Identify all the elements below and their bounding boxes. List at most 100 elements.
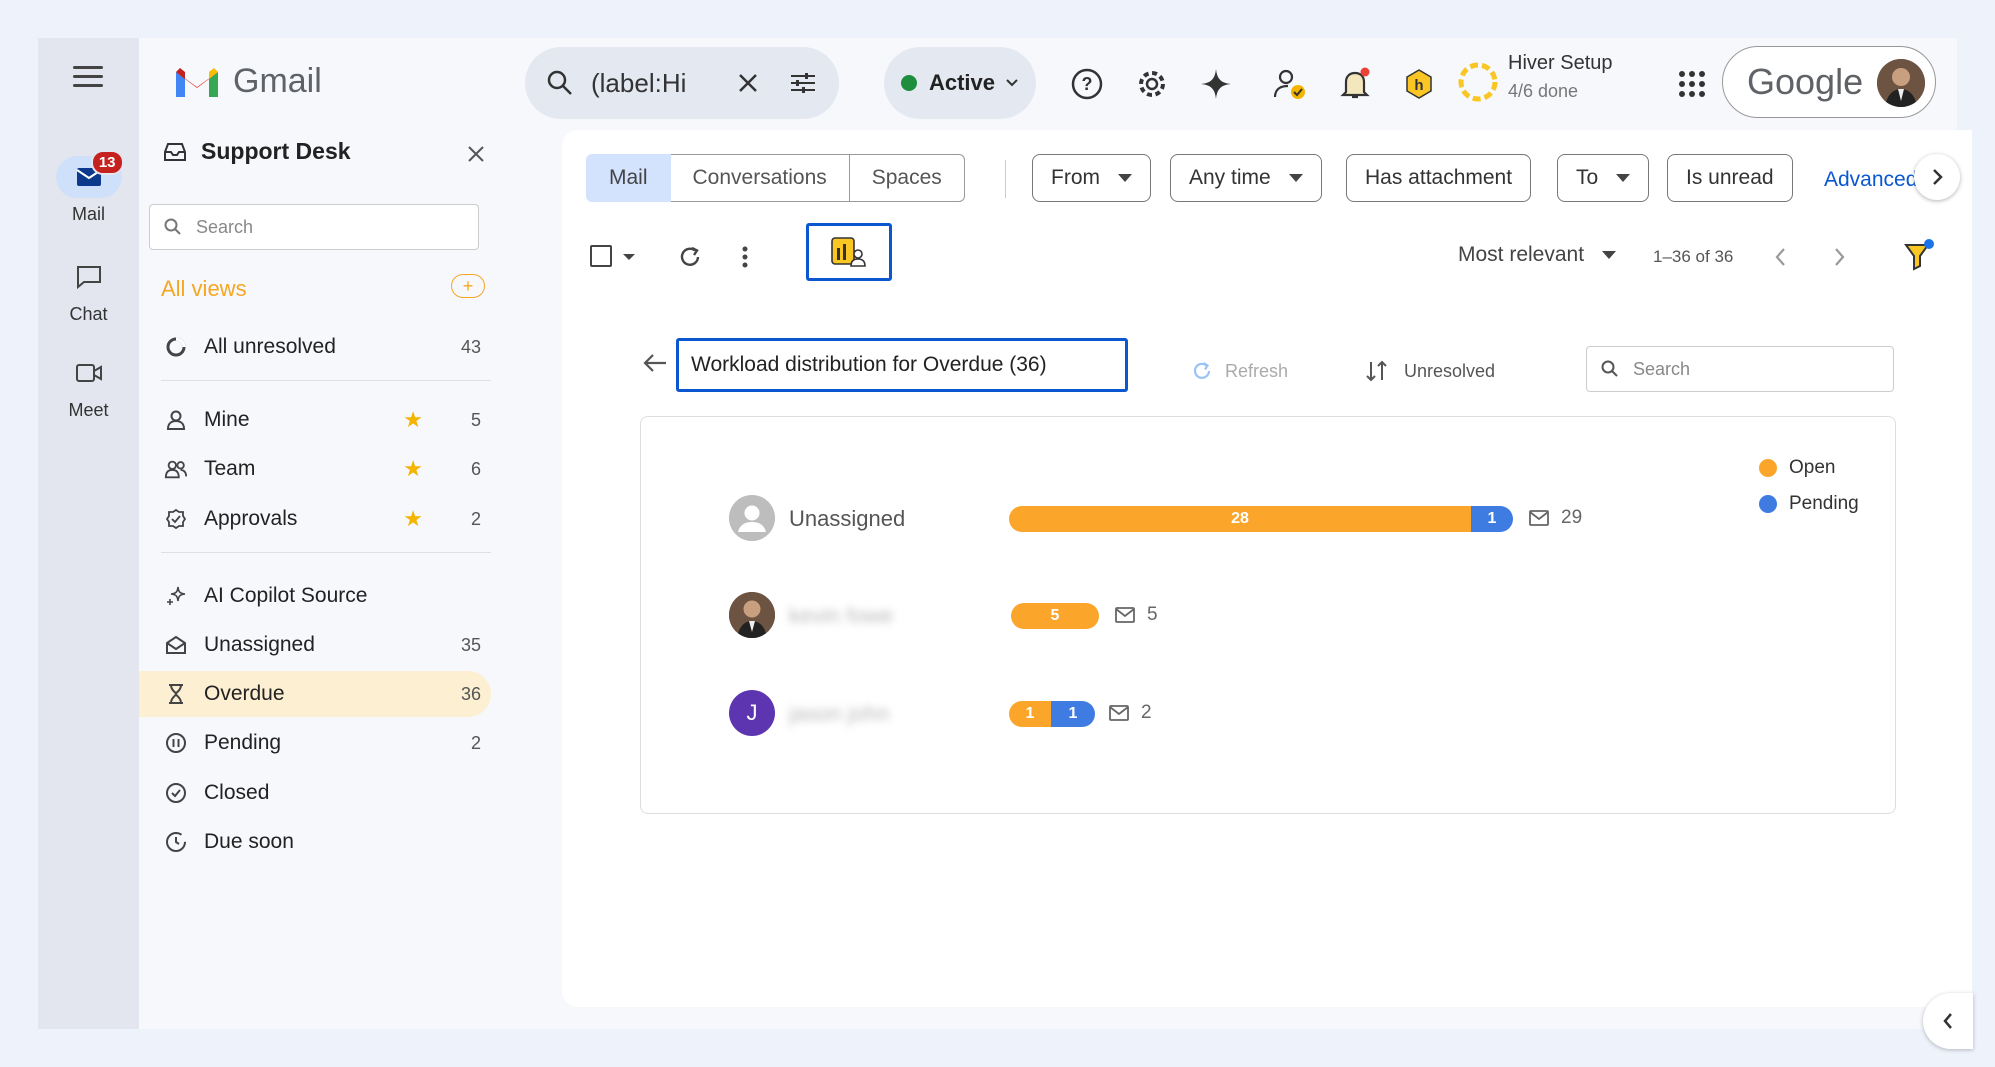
nav-item-ai-copilot-source[interactable]: AI Copilot Source [139, 573, 491, 619]
filter-from-chip[interactable]: From [1032, 154, 1151, 202]
nav-item-closed[interactable]: Closed [139, 770, 491, 816]
divider [161, 552, 491, 553]
rail-label-mail: Mail [71, 204, 105, 224]
search-query[interactable]: (label:Hi [591, 68, 737, 99]
filter-funnel-icon[interactable] [1904, 239, 1934, 271]
back-arrow-icon[interactable] [642, 352, 668, 374]
help-icon[interactable]: ? [1067, 64, 1107, 104]
divider [1005, 160, 1006, 198]
nav-item-overdue[interactable]: Overdue 36 [139, 671, 491, 717]
workload-refresh-button[interactable]: Refresh [1191, 360, 1288, 382]
tab-mail[interactable]: Mail [586, 154, 671, 202]
nav-count: 5 [470, 409, 481, 430]
nav-count: 36 [460, 683, 481, 704]
agent-row-unassigned[interactable]: Unassigned 28 1 29 [729, 494, 1729, 542]
workload-bar[interactable]: 5 [1011, 603, 1099, 629]
mail-search-bar[interactable]: (label:Hi [525, 47, 839, 119]
svg-text:h: h [1414, 77, 1423, 94]
select-caret-icon[interactable] [622, 253, 636, 261]
legend-label-open: Open [1789, 457, 1836, 478]
workload-bar[interactable]: 28 1 [1009, 506, 1513, 532]
side-panel-toggle-button[interactable] [1923, 993, 1973, 1049]
workload-bar[interactable]: 1 1 [1009, 701, 1095, 727]
hiver-setup-progress[interactable]: Hiver Setup 4/6 done [1456, 52, 1613, 102]
person-icon [164, 408, 188, 432]
close-icon[interactable] [467, 138, 485, 170]
gemini-sparkle-icon[interactable] [1196, 64, 1236, 104]
caret-down-icon [1602, 251, 1617, 259]
status-dot-icon [900, 75, 917, 91]
rail-item-chat[interactable]: Chat [38, 256, 139, 325]
mail-icon [1115, 607, 1135, 623]
apps-grid-icon[interactable] [1672, 64, 1712, 104]
hiver-logo-icon[interactable]: h [1399, 64, 1439, 104]
nav-item-approvals[interactable]: Approvals ★ 2 [139, 496, 491, 542]
app-name: Gmail [233, 62, 322, 100]
workload-title: Workload distribution for Overdue (36) [676, 338, 1128, 392]
add-view-button[interactable]: + [451, 274, 485, 298]
bar-segment-open[interactable]: 1 [1009, 701, 1051, 727]
gear-icon[interactable] [1132, 64, 1172, 104]
account-avatar[interactable] [1877, 59, 1925, 107]
refresh-label: Refresh [1225, 360, 1289, 381]
chip-label: Any time [1189, 166, 1271, 189]
nav-label: Overdue [204, 682, 285, 705]
all-views-link[interactable]: All views [161, 276, 247, 302]
select-all-checkbox[interactable] [590, 245, 612, 267]
bell-icon[interactable] [1335, 64, 1375, 104]
nav-item-all-unresolved[interactable]: All unresolved 43 [139, 324, 491, 370]
menu-icon[interactable] [73, 66, 103, 88]
approval-icon [164, 507, 188, 531]
resolution-filter-toggle[interactable]: Unresolved [1364, 360, 1495, 382]
star-icon[interactable]: ★ [403, 407, 423, 433]
workload-view-button[interactable] [806, 223, 892, 281]
prev-page-icon[interactable] [1774, 247, 1786, 267]
rail-item-meet[interactable]: Meet [38, 352, 139, 421]
nav-item-mine[interactable]: Mine ★ 5 [139, 397, 491, 443]
agent-total: 29 [1529, 507, 1582, 529]
nav-item-due-soon[interactable]: Due soon [139, 819, 491, 865]
scroll-chips-right-button[interactable] [1914, 154, 1960, 200]
search-icon[interactable] [547, 70, 573, 96]
tab-conversations[interactable]: Conversations [670, 154, 850, 202]
nav-item-pending[interactable]: Pending 2 [139, 720, 491, 766]
hiver-setup-status: 4/6 done [1508, 81, 1579, 101]
sort-dropdown[interactable]: Most relevant [1458, 243, 1617, 267]
status-dropdown[interactable]: Active [884, 47, 1036, 119]
google-account-button[interactable]: Google [1722, 46, 1936, 118]
clear-icon[interactable] [737, 72, 759, 94]
filter-has-attachment-chip[interactable]: Has attachment [1346, 154, 1532, 202]
pause-icon [164, 731, 188, 755]
tab-spaces[interactable]: Spaces [849, 154, 965, 202]
envelope-open-icon [164, 633, 188, 657]
app-rail: 13 Mail Chat Meet [38, 38, 139, 1029]
filter-to-chip[interactable]: To [1557, 154, 1650, 202]
nav-item-unassigned[interactable]: Unassigned 35 [139, 622, 491, 668]
gmail-m-icon [176, 67, 218, 97]
more-vert-icon[interactable] [741, 245, 749, 269]
filter-is-unread-chip[interactable]: Is unread [1667, 154, 1793, 202]
rail-label-chat: Chat [69, 304, 108, 324]
panel-search-input[interactable]: Search [149, 204, 479, 250]
nav-item-team[interactable]: Team ★ 6 [139, 446, 491, 492]
search-icon [1601, 360, 1618, 377]
star-icon[interactable]: ★ [403, 506, 423, 532]
agent-total-count: 2 [1141, 702, 1152, 723]
agent-status-icon[interactable] [1270, 64, 1310, 104]
circle-progress-icon [164, 335, 188, 359]
filter-any-time-chip[interactable]: Any time [1170, 154, 1322, 202]
chip-label: From [1051, 166, 1100, 189]
agent-row[interactable]: J jason john 1 1 2 [729, 689, 1729, 737]
bar-segment-pending[interactable]: 1 [1471, 506, 1513, 532]
workload-search-input[interactable]: Search [1586, 346, 1894, 392]
refresh-icon[interactable] [678, 245, 702, 269]
rail-item-mail[interactable]: 13 Mail [38, 150, 139, 225]
bar-segment-open[interactable]: 28 [1009, 506, 1471, 532]
gmail-logo[interactable]: Gmail [173, 62, 322, 101]
bar-segment-pending[interactable]: 1 [1051, 701, 1095, 727]
bar-segment-open[interactable]: 5 [1011, 603, 1099, 629]
agent-row[interactable]: kevin fowe 5 5 [729, 591, 1729, 639]
search-options-icon[interactable] [789, 71, 817, 95]
next-page-icon[interactable] [1834, 247, 1846, 267]
star-icon[interactable]: ★ [403, 456, 423, 482]
